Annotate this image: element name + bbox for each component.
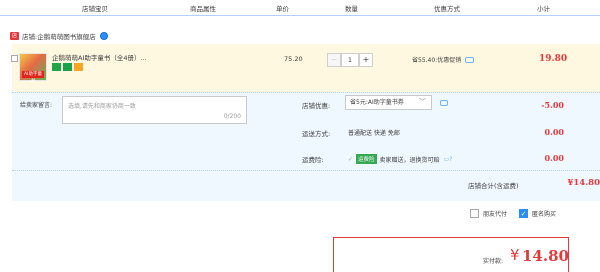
- shop-label: 店铺:: [22, 33, 38, 41]
- insurance-info: ✓ 运费险 卖家赠送，退换货可赔 ▭?: [348, 154, 452, 164]
- insurance-price: 0.00: [544, 153, 564, 163]
- shipping-price: 0.00: [544, 127, 564, 137]
- cart-item: AI助字童书 企鹅萌萌AI助字童书（全4册）... 75.20 − 1 + 省5…: [11, 44, 600, 92]
- shop-total-value: ¥14.80: [567, 178, 600, 188]
- badge-icon: [63, 63, 72, 71]
- message-label: 给卖家留言:: [20, 102, 53, 109]
- friend-pay-label: 朋友代付: [483, 211, 508, 218]
- checkout-options: 朋友代付 ✓ 匿名购买: [470, 209, 556, 218]
- message-placeholder: 选填,请先和商家协商一致: [68, 103, 136, 110]
- insurance-check-icon: ✓: [348, 155, 354, 163]
- header-subtotal: 小计: [537, 5, 550, 13]
- badge-icon: [52, 63, 61, 71]
- quantity-stepper: − 1 +: [327, 53, 373, 67]
- chevron-down-icon: ﹀: [419, 98, 426, 106]
- quantity-input[interactable]: 1: [341, 53, 359, 67]
- promo-detail-icon[interactable]: [465, 56, 475, 63]
- payment-label: 实付款:: [483, 258, 504, 265]
- promo-info: 省55.40:优惠促销: [412, 55, 475, 64]
- header-discount: 优惠方式: [434, 5, 460, 13]
- coupon-info-icon[interactable]: [440, 100, 448, 106]
- friend-pay-option[interactable]: 朋友代付: [470, 209, 507, 218]
- increase-button[interactable]: +: [359, 53, 373, 67]
- decrease-button[interactable]: −: [327, 53, 341, 67]
- payment-currency: ¥: [510, 246, 520, 264]
- header-shop-info: 店铺宝贝: [82, 5, 108, 13]
- message-textarea[interactable]: 选填,请先和商家协商一致 0/200: [62, 96, 247, 124]
- message-counter: 0/200: [223, 113, 241, 120]
- header-quantity: 数量: [345, 5, 358, 13]
- shop-row: 店 店铺: 企鹅萌萌图书旗舰店: [10, 31, 108, 41]
- promo-text: 省55.40:优惠促销: [412, 57, 462, 64]
- chat-icon[interactable]: [99, 32, 108, 40]
- product-title[interactable]: 企鹅萌萌AI助字童书（全4册）...: [52, 52, 147, 62]
- insurance-text: 卖家赠送，退换货可赔: [379, 156, 440, 164]
- help-icon[interactable]: ▭?: [444, 156, 453, 163]
- shipping-method: 普通配送 快递 免邮: [348, 130, 400, 137]
- product-thumbnail[interactable]: AI助字童书: [19, 53, 47, 84]
- service-badges: [52, 63, 83, 71]
- insurance-label: 运费险:: [302, 156, 324, 164]
- badge-icon: [74, 63, 83, 71]
- friend-pay-checkbox[interactable]: [470, 209, 479, 218]
- header-unit-price: 单价: [276, 5, 289, 13]
- coupon-select[interactable]: 省5元:AI助字童书券 ﹀: [345, 95, 432, 110]
- coupon-selected: 省5元:AI助字童书券: [350, 99, 404, 106]
- payment-amount: 14.80: [522, 247, 569, 265]
- anonymous-label: 匿名购买: [532, 211, 557, 218]
- thumbnail-caption: AI助字童书: [22, 71, 44, 84]
- shop-icon: 店: [10, 32, 19, 40]
- header-attributes: 商品属性: [190, 5, 216, 13]
- shop-total-label: 店铺合计(含运费): [468, 182, 519, 190]
- item-checkbox[interactable]: [11, 55, 18, 62]
- table-header: 店铺宝贝 商品属性 单价 数量 优惠方式 小计: [0, 0, 600, 16]
- coupon-label: 店铺优惠:: [302, 102, 331, 110]
- anonymous-checkbox[interactable]: ✓: [519, 209, 529, 218]
- shop-name-link[interactable]: 企鹅萌萌图书旗舰店: [37, 31, 96, 41]
- coupon-value: -5.00: [541, 100, 564, 110]
- anonymous-option[interactable]: ✓ 匿名购买: [519, 209, 556, 218]
- unit-price: 75.20: [284, 55, 303, 63]
- item-subtotal: 19.80: [539, 54, 568, 64]
- insurance-tag: 运费险: [356, 154, 377, 164]
- shipping-label: 运送方式:: [302, 130, 331, 138]
